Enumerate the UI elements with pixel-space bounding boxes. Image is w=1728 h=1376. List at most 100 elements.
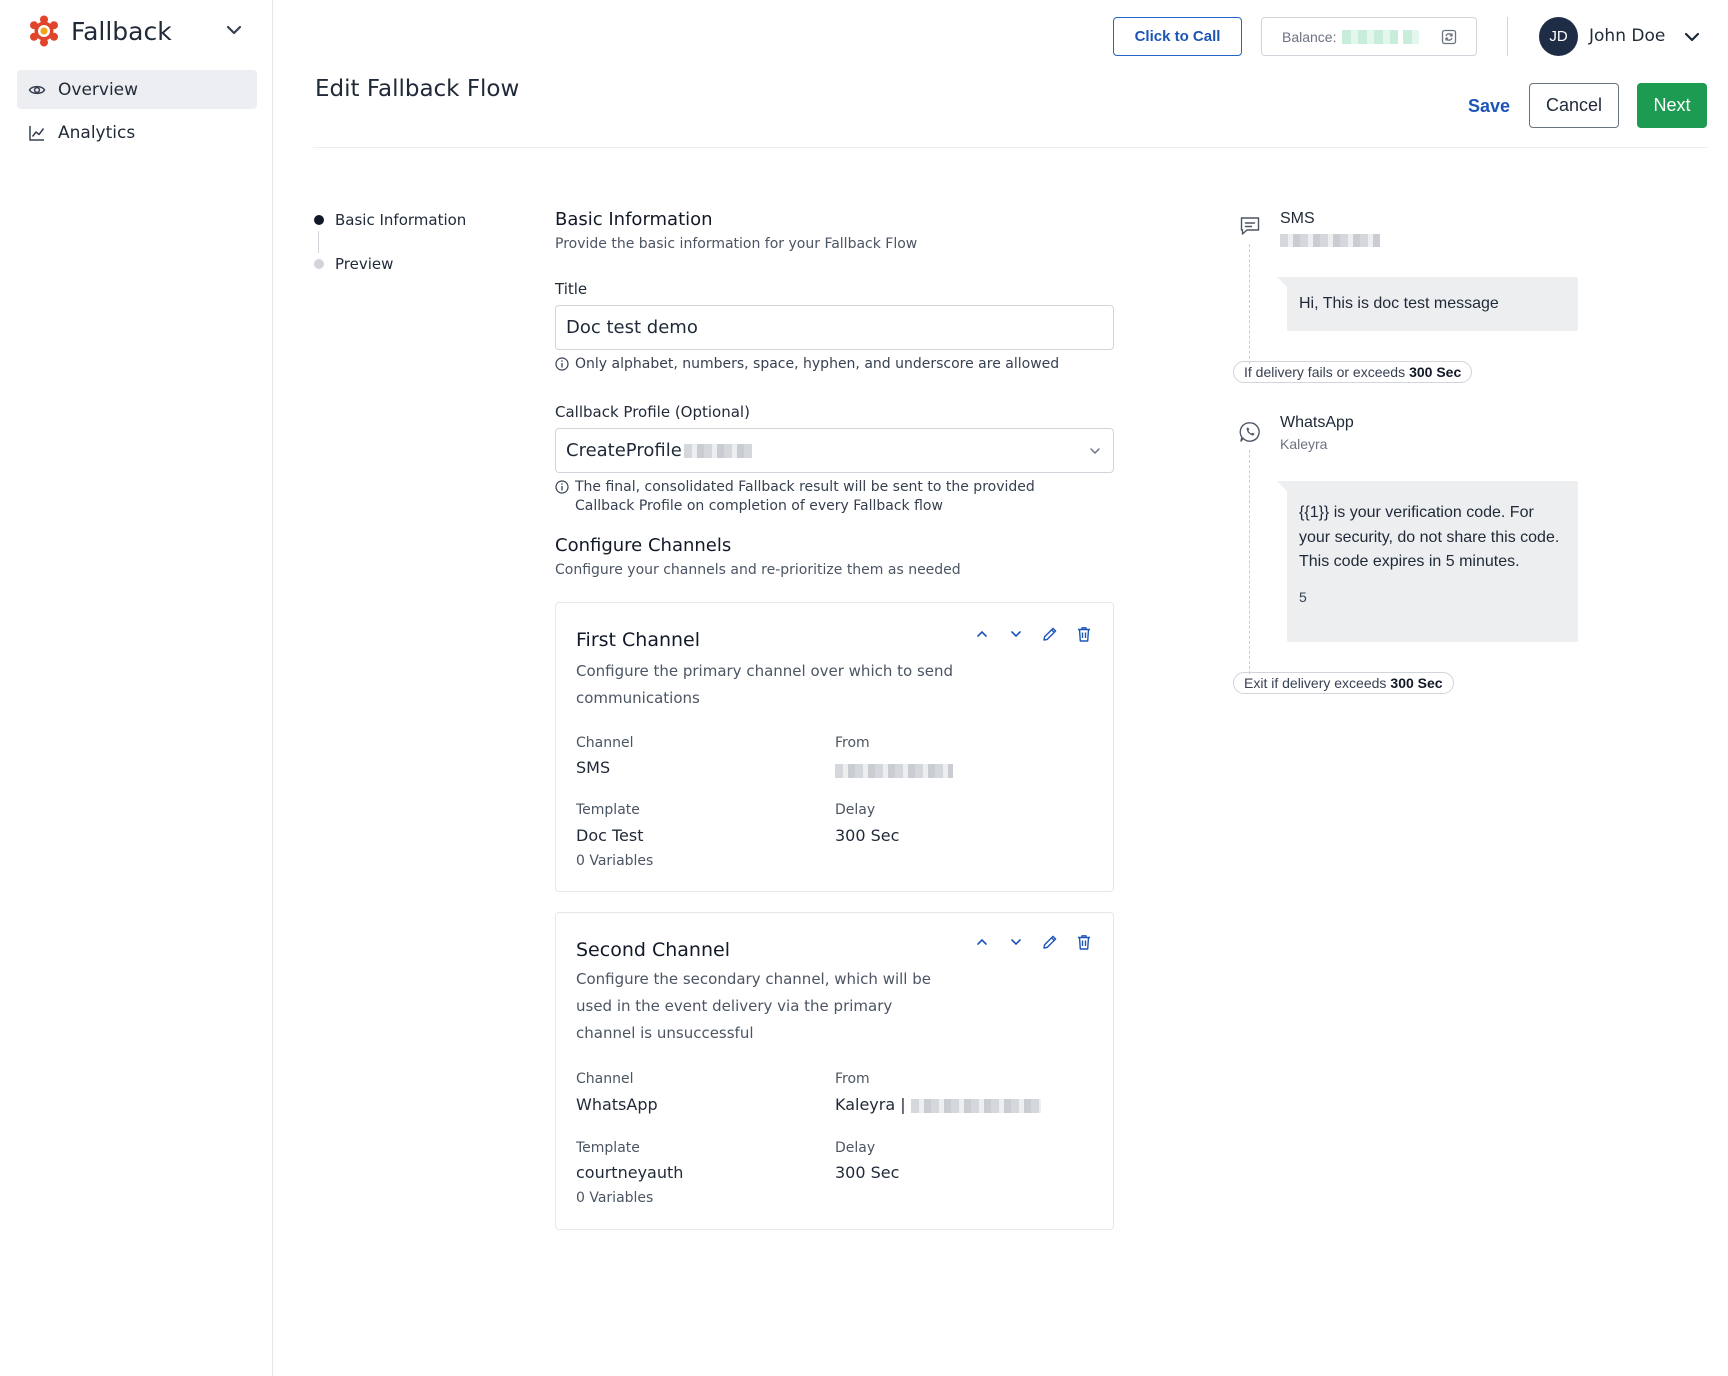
save-button[interactable]: Save: [1468, 96, 1510, 117]
section-title: Basic Information: [555, 209, 713, 230]
channel-card-second: Second Channel Configure the secondary c…: [555, 912, 1114, 1230]
title-hint: Only alphabet, numbers, space, hyphen, a…: [555, 355, 1059, 374]
sms-message-bubble: Hi, This is doc test message: [1277, 277, 1578, 331]
hint-text: The final, consolidated Fallback result …: [575, 479, 1035, 495]
balance-value-redacted: [1403, 29, 1420, 44]
app-name: Fallback: [71, 16, 172, 46]
from-value: [835, 760, 953, 779]
bubble-tail: [1277, 277, 1289, 289]
configure-channels-subtitle: Configure your channels and re-prioritiz…: [555, 562, 961, 578]
pencil-icon[interactable]: [1041, 933, 1059, 951]
hint-text: Callback Profile on completion of every …: [575, 498, 943, 514]
info-icon: [555, 357, 569, 371]
exit-condition-pill: Exit if delivery exceeds 300 Sec: [1233, 672, 1454, 694]
sidebar: Fallback Overview Analytics: [0, 0, 273, 1376]
eye-icon: [28, 85, 46, 94]
channel-value: WhatsApp: [576, 1095, 658, 1114]
sms-message-text: Hi, This is doc test message: [1299, 295, 1499, 312]
chevron-down-icon[interactable]: [1682, 27, 1702, 47]
header-divider: [313, 147, 1707, 148]
variables-count: 0 Variables: [576, 853, 654, 869]
sidebar-item-label: Analytics: [58, 122, 136, 143]
redacted-text: [835, 763, 953, 778]
hint-text: Only alphabet, numbers, space, hyphen, a…: [575, 356, 1060, 372]
template-value: Doc Test: [576, 826, 644, 845]
step-preview[interactable]: Preview: [314, 253, 466, 275]
whatsapp-icon: [1239, 422, 1260, 442]
template-value: courtneyauth: [576, 1163, 684, 1182]
sidebar-item-overview[interactable]: Overview: [17, 70, 257, 109]
callback-profile-label: Callback Profile (Optional): [555, 403, 750, 421]
header-divider: [1507, 17, 1508, 56]
card-title: Second Channel: [576, 939, 730, 961]
whatsapp-message-bubble: {{1}} is your verification code. For you…: [1277, 481, 1578, 642]
next-button[interactable]: Next: [1637, 83, 1707, 128]
card-description: Configure the primary channel over which…: [576, 662, 954, 707]
redacted-text: [683, 443, 752, 458]
redacted-text: [910, 1098, 1041, 1113]
chevron-down-icon[interactable]: [1007, 933, 1025, 951]
page-title: Edit Fallback Flow: [315, 76, 520, 102]
delay-label: Delay: [835, 802, 876, 818]
whatsapp-title: WhatsApp: [1280, 414, 1354, 431]
title-input[interactable]: Doc test demo: [555, 305, 1114, 350]
whatsapp-message-footer: 5: [1299, 588, 1307, 605]
cancel-button[interactable]: Cancel: [1529, 83, 1619, 128]
step-connector: [318, 231, 319, 253]
refresh-icon[interactable]: [1440, 28, 1458, 46]
step-label: Basic Information: [335, 211, 467, 229]
card-description: Configure the secondary channel, which w…: [576, 970, 931, 1042]
callback-hint: The final, consolidated Fallback result …: [555, 478, 1035, 516]
delay-label: Delay: [835, 1140, 876, 1156]
fallback-condition-pill: If delivery fails or exceeds 300 Sec: [1233, 361, 1473, 383]
trash-icon[interactable]: [1075, 933, 1093, 951]
balance-value-redacted: [1342, 29, 1399, 44]
chevron-down-icon[interactable]: [224, 20, 244, 40]
template-label: Template: [576, 1140, 640, 1156]
balance-widget: Balance:: [1261, 17, 1477, 56]
fallback-logo-icon: [30, 15, 58, 47]
redacted-text: [1280, 234, 1380, 247]
step-basic-information[interactable]: Basic Information: [314, 209, 466, 231]
balance-label: Balance:: [1282, 28, 1337, 45]
avatar[interactable]: JD: [1539, 17, 1578, 56]
chevron-down-icon[interactable]: [1007, 625, 1025, 643]
sidebar-item-label: Overview: [58, 79, 139, 100]
user-name[interactable]: John Doe: [1589, 26, 1665, 46]
delay-value: 300 Sec: [835, 826, 900, 845]
flow-connector: [1249, 244, 1250, 364]
chevron-down-icon: [1090, 448, 1100, 455]
sms-title: SMS: [1280, 210, 1315, 227]
click-to-call-button[interactable]: Click to Call: [1113, 17, 1242, 56]
card-actions: [973, 625, 1093, 643]
whatsapp-sender: Kaleyra: [1280, 436, 1328, 452]
app-switcher[interactable]: Fallback: [28, 14, 244, 48]
title-input-value: Doc test demo: [566, 317, 698, 338]
bubble-tail: [1277, 481, 1289, 493]
from-label: From: [835, 1071, 870, 1087]
step-label: Preview: [335, 255, 394, 273]
delay-value: 300 Sec: [835, 1163, 900, 1182]
callback-profile-select[interactable]: CreateProfile: [555, 428, 1114, 473]
sidebar-item-analytics[interactable]: Analytics: [17, 113, 257, 152]
pencil-icon[interactable]: [1041, 625, 1059, 643]
step-dot: [314, 259, 324, 269]
template-label: Template: [576, 802, 640, 818]
chevron-up-icon[interactable]: [973, 933, 991, 951]
channel-label: Channel: [576, 1071, 634, 1087]
chevron-up-icon[interactable]: [973, 625, 991, 643]
whatsapp-message-text: {{1}} is your verification code. For you…: [1299, 504, 1560, 570]
channel-card-first: First Channel Configure the primary chan…: [555, 602, 1114, 892]
chart-line-icon: [29, 125, 45, 141]
channel-value: SMS: [576, 758, 611, 777]
message-icon: [1240, 217, 1260, 235]
trash-icon[interactable]: [1075, 625, 1093, 643]
from-label: From: [835, 735, 870, 751]
stepper: Basic Information Preview: [314, 209, 466, 275]
sidebar-nav: Overview Analytics: [17, 70, 257, 156]
card-actions: [973, 933, 1093, 951]
info-icon: [555, 480, 569, 494]
title-label: Title: [555, 280, 588, 298]
section-subtitle: Provide the basic information for your F…: [555, 236, 918, 252]
channel-label: Channel: [576, 735, 634, 751]
